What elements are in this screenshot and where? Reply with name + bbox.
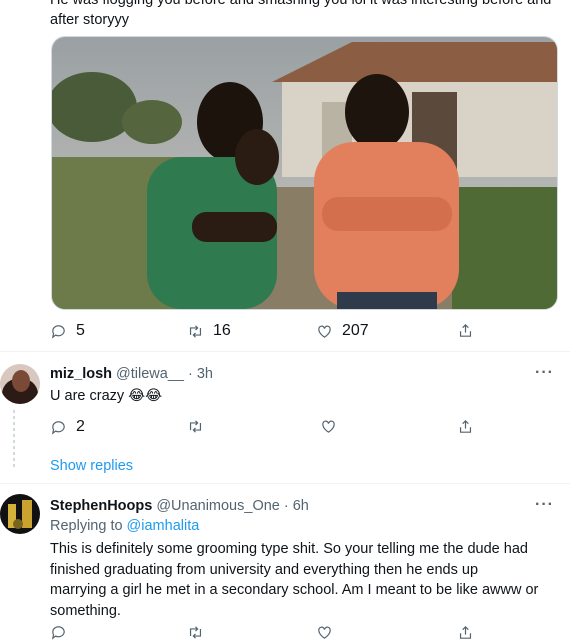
reply-header: miz_losh @tilewa__ · 3h bbox=[50, 366, 213, 382]
avatar[interactable] bbox=[0, 364, 40, 404]
retweet-button[interactable]: 16 bbox=[187, 322, 231, 340]
like-button[interactable] bbox=[320, 418, 337, 435]
share-button[interactable] bbox=[457, 418, 474, 435]
share-icon bbox=[459, 625, 472, 639]
reply-icon bbox=[51, 324, 65, 339]
share-icon bbox=[459, 419, 472, 433]
retweet-icon bbox=[189, 420, 202, 433]
like-count: 207 bbox=[342, 322, 369, 339]
retweet-button[interactable] bbox=[187, 624, 204, 641]
user-handle[interactable]: @Unanimous_One bbox=[156, 498, 280, 514]
share-icon bbox=[459, 323, 472, 337]
retweet-icon bbox=[189, 324, 202, 338]
thread-line bbox=[13, 410, 15, 470]
divider bbox=[0, 483, 570, 484]
reply-icon bbox=[51, 420, 65, 435]
display-name[interactable]: StephenHoops bbox=[50, 498, 152, 514]
share-button[interactable] bbox=[457, 322, 474, 339]
reply-header: StephenHoops @Unanimous_One · 6h bbox=[50, 498, 309, 514]
replying-to: Replying to @iamhalita bbox=[50, 518, 200, 534]
heart-icon bbox=[318, 626, 331, 639]
reply-button[interactable] bbox=[50, 624, 67, 641]
display-name[interactable]: miz_losh bbox=[50, 366, 112, 382]
retweet-button[interactable] bbox=[187, 418, 204, 435]
heart-icon bbox=[322, 420, 335, 433]
timestamp[interactable]: · 6h bbox=[284, 498, 309, 514]
reply-count: 5 bbox=[76, 322, 85, 339]
like-button[interactable] bbox=[316, 624, 333, 641]
share-button[interactable] bbox=[457, 624, 474, 641]
divider bbox=[0, 351, 570, 352]
reply-icon bbox=[51, 626, 65, 640]
reply-text: U are crazy 😂😂 bbox=[50, 388, 163, 404]
reply-text: This is definitely some grooming type sh… bbox=[50, 541, 539, 619]
heart-icon bbox=[318, 325, 331, 338]
retweet-icon bbox=[189, 626, 202, 639]
show-replies-link[interactable]: Show replies bbox=[50, 456, 133, 477]
more-options-button[interactable]: ··· bbox=[535, 364, 554, 382]
tweet-text: He was flogging you before and smashing … bbox=[50, 0, 552, 28]
reply-button[interactable]: 5 bbox=[50, 322, 85, 340]
reply-button[interactable]: 2 bbox=[50, 418, 85, 436]
photo-image bbox=[52, 37, 557, 309]
tweet-photo[interactable] bbox=[51, 36, 558, 310]
avatar[interactable] bbox=[0, 494, 40, 534]
user-handle[interactable]: @tilewa__ bbox=[116, 366, 184, 382]
reply-count: 2 bbox=[76, 418, 85, 435]
more-options-button[interactable]: ··· bbox=[535, 496, 554, 514]
like-button[interactable]: 207 bbox=[316, 322, 369, 340]
replying-to-link[interactable]: @iamhalita bbox=[127, 518, 200, 534]
timestamp[interactable]: · 3h bbox=[188, 366, 213, 382]
retweet-count: 16 bbox=[213, 322, 231, 339]
